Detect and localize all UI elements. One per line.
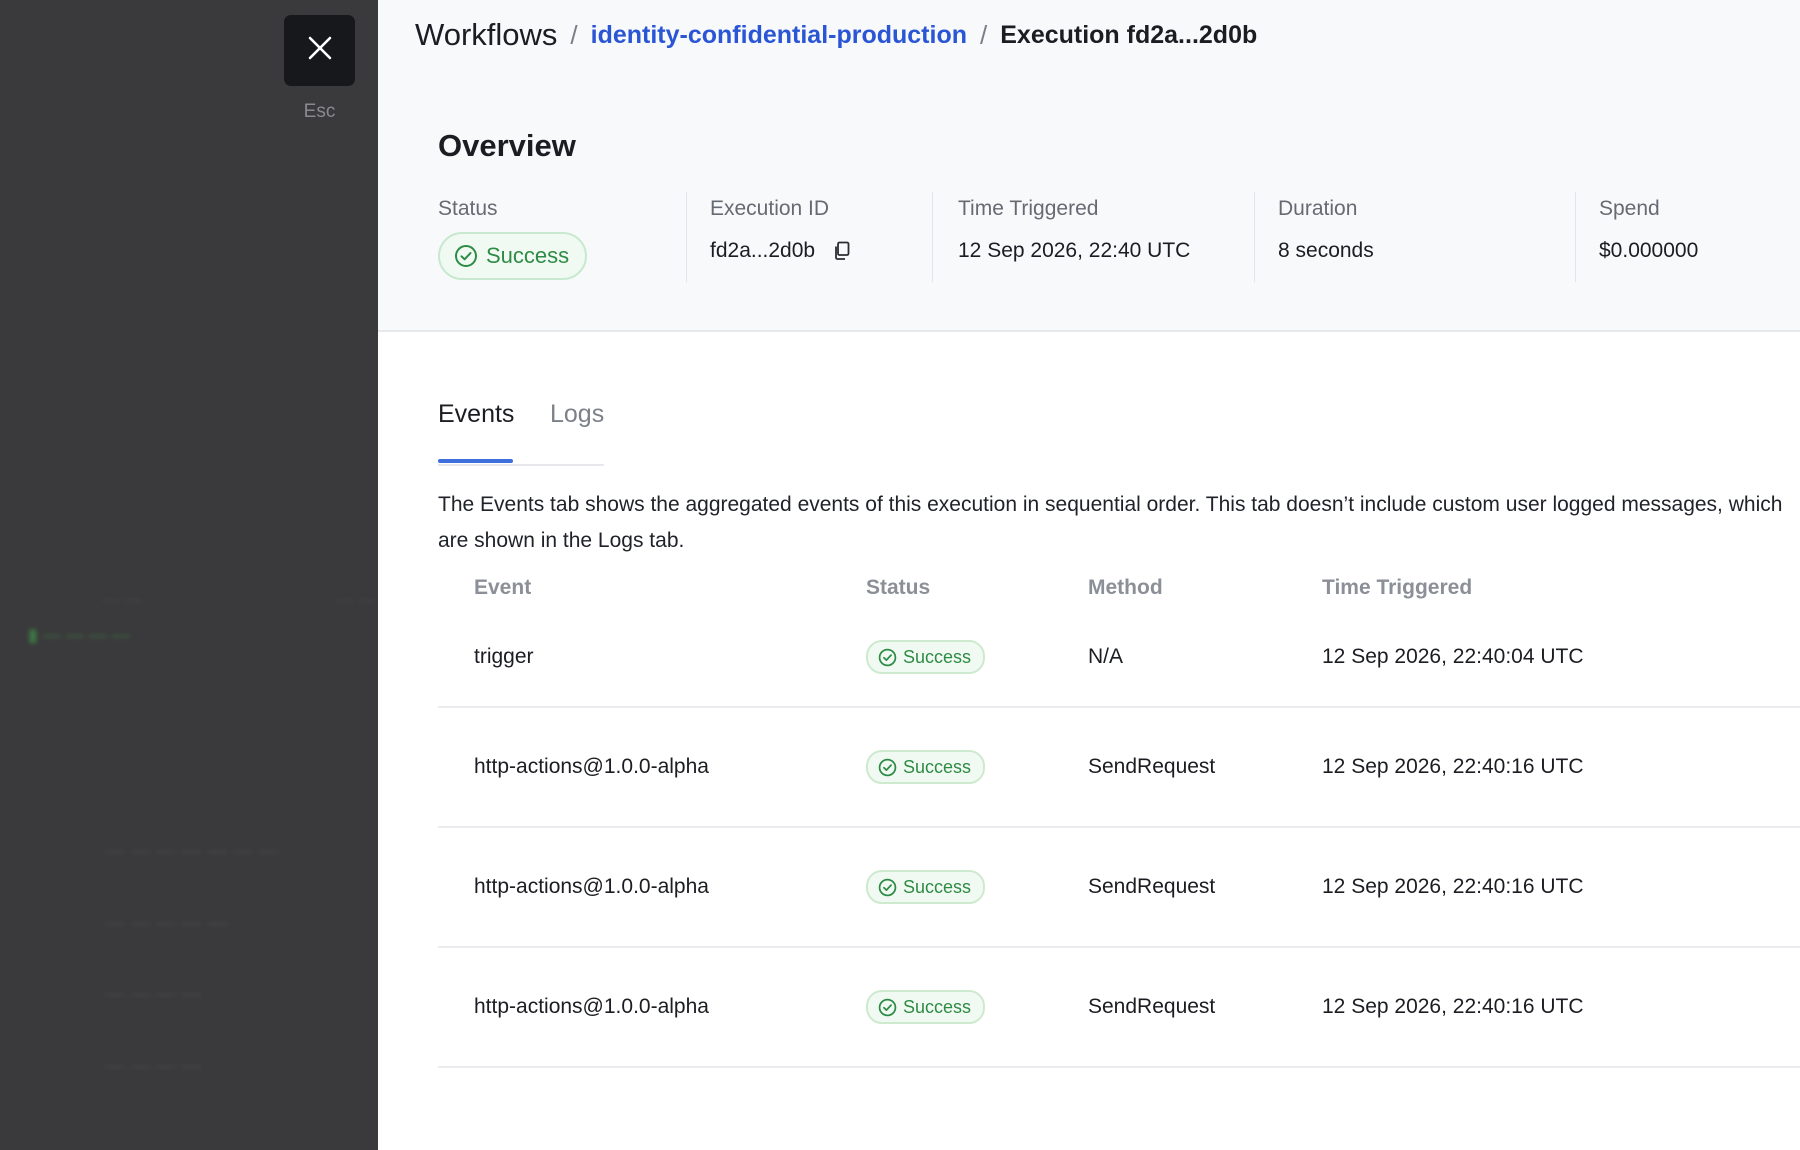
status-cell: Success (866, 990, 986, 1024)
status-cell: Success (866, 750, 986, 784)
esc-hint: Esc (303, 101, 336, 122)
event-name: http-actions@1.0.0-alpha (474, 755, 709, 778)
breadcrumb-workflows[interactable]: Workflows (415, 17, 557, 53)
status-badge: Success (866, 990, 986, 1024)
table-row[interactable]: http-actions@1.0.0-alpha Success SendReq… (438, 828, 1800, 948)
stat-status: Status Success (438, 192, 588, 282)
divider (1575, 192, 1576, 282)
table-row[interactable]: http-actions@1.0.0-alpha Success SendReq… (438, 708, 1800, 828)
method-cell: N/A (1088, 645, 1124, 668)
table-header: Event Status Method Time Triggered (438, 568, 1800, 608)
breadcrumb-separator: / (570, 19, 578, 50)
stat-spend: Spend $0.000000 (1599, 192, 1698, 282)
close-icon (307, 35, 333, 66)
time-cell: 12 Sep 2026, 22:40:16 UTC (1322, 995, 1584, 1018)
stat-time-triggered: Time Triggered 12 Sep 2026, 22:40 UTC (958, 192, 1190, 282)
execution-id-value: fd2a...2d0b (710, 239, 816, 262)
status-badge: Success (438, 232, 588, 280)
stat-label: Spend (1599, 197, 1660, 220)
stat-label: Execution ID (710, 197, 830, 220)
tab-bar: Events Logs (438, 400, 604, 466)
stat-execution-id: Execution ID fd2a...2d0b (710, 192, 851, 282)
event-name: trigger (474, 645, 534, 668)
background-text: — — — — (105, 1055, 202, 1077)
status-badge: Success (866, 640, 986, 674)
duration-value: 8 seconds (1278, 239, 1374, 262)
copy-icon[interactable] (833, 241, 851, 261)
divider (1254, 192, 1255, 282)
column-header-time-triggered: Time Triggered (1322, 576, 1473, 599)
check-circle-icon (455, 245, 477, 267)
stat-duration: Duration 8 seconds (1278, 192, 1374, 282)
close-button[interactable] (284, 15, 355, 86)
status-cell: Success (866, 870, 986, 904)
background-text: — — (103, 590, 142, 609)
status-badge-label: Success (903, 876, 972, 897)
method-cell: SendRequest (1088, 755, 1216, 778)
column-header-status: Status (866, 576, 931, 599)
status-badge-label: Success (903, 996, 972, 1017)
status-cell: Success (866, 640, 986, 674)
dimmed-background: — — — — ▮ — — — — — — — — — — — — — — — … (0, 0, 378, 1150)
execution-panel: Workflows / identity-confidential-produc… (378, 0, 1800, 1150)
stat-label: Duration (1278, 197, 1358, 220)
divider (932, 192, 933, 282)
method-cell: SendRequest (1088, 875, 1216, 898)
background-text: — — — — — (105, 912, 228, 934)
active-tab-indicator (438, 459, 513, 463)
check-circle-icon (878, 998, 897, 1016)
time-cell: 12 Sep 2026, 22:40:16 UTC (1322, 875, 1584, 898)
breadcrumb: Workflows / identity-confidential-produc… (415, 17, 1257, 53)
time-cell: 12 Sep 2026, 22:40:04 UTC (1322, 645, 1584, 668)
status-badge: Success (866, 750, 986, 784)
table-row[interactable]: http-actions@1.0.0-alpha Success SendReq… (438, 948, 1800, 1068)
tab-events[interactable]: Events (438, 400, 514, 429)
background-text: ▮ — — — — (28, 625, 130, 645)
status-badge-label: Success (486, 243, 570, 268)
stat-label: Status (438, 197, 498, 220)
column-header-event: Event (474, 576, 532, 599)
method-cell: SendRequest (1088, 995, 1216, 1018)
event-name: http-actions@1.0.0-alpha (474, 995, 709, 1018)
breadcrumb-separator: / (980, 19, 988, 50)
status-badge: Success (866, 870, 986, 904)
table-row[interactable]: trigger Success N/A 12 Sep 2026, 22:40:0… (438, 608, 1800, 708)
overview-section: Workflows / identity-confidential-produc… (378, 0, 1800, 332)
background-text: — — — — (105, 983, 202, 1005)
tab-logs[interactable]: Logs (550, 400, 604, 429)
breadcrumb-workflow-link[interactable]: identity-confidential-production (591, 21, 967, 50)
events-table: Event Status Method Time Triggered trigg… (438, 568, 1800, 1068)
status-badge-label: Success (903, 646, 972, 667)
events-description: The Events tab shows the aggregated even… (438, 493, 1783, 552)
divider (686, 192, 687, 282)
breadcrumb-current: Execution fd2a...2d0b (1000, 20, 1258, 49)
event-name: http-actions@1.0.0-alpha (474, 875, 709, 898)
background-text: — — (336, 590, 375, 609)
overview-title: Overview (438, 128, 576, 163)
background-text: — — — — — — — (105, 840, 279, 862)
check-circle-icon (878, 758, 897, 776)
status-badge-label: Success (903, 756, 972, 777)
check-circle-icon (878, 648, 897, 666)
stat-label: Time Triggered (958, 197, 1099, 220)
column-header-method: Method (1088, 576, 1163, 599)
time-cell: 12 Sep 2026, 22:40:16 UTC (1322, 755, 1584, 778)
check-circle-icon (878, 878, 897, 896)
time-triggered-value: 12 Sep 2026, 22:40 UTC (958, 239, 1191, 262)
spend-value: $0.000000 (1599, 239, 1699, 262)
